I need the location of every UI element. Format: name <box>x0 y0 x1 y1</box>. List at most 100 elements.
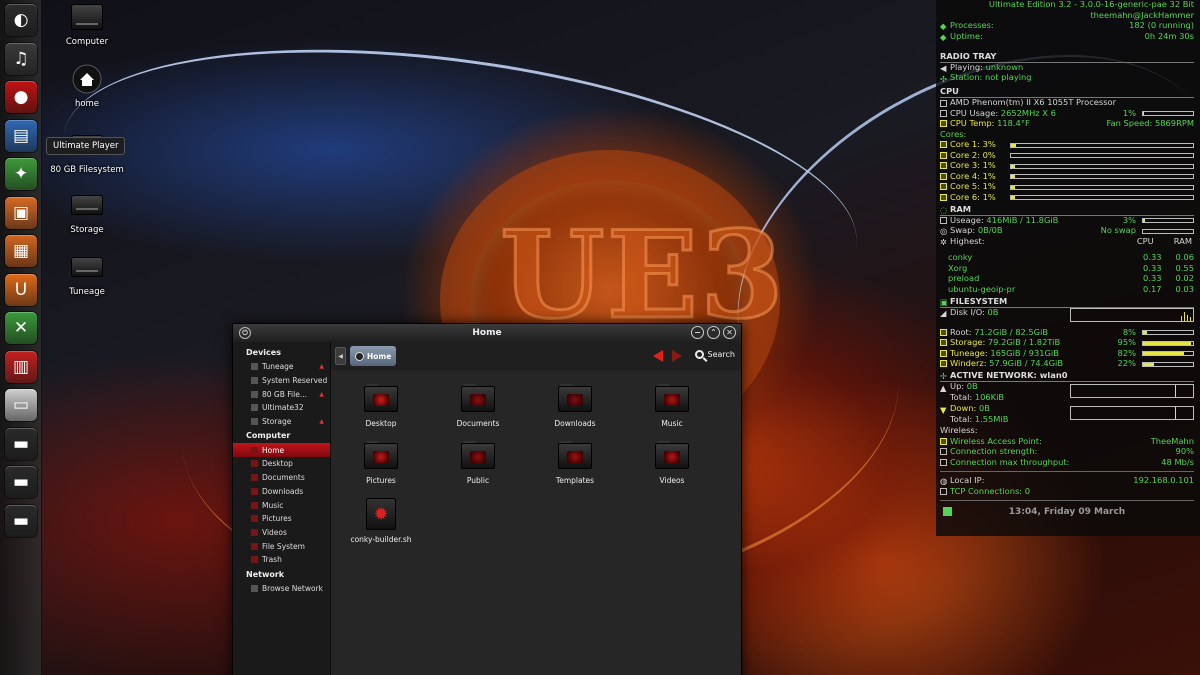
sidebar-item-pictures[interactable]: Pictures <box>233 512 330 526</box>
sidebar-item-music[interactable]: Music <box>233 498 330 512</box>
file-item-music[interactable]: Music <box>627 384 717 428</box>
folder-icon <box>558 441 592 471</box>
launcher-ubuntu-one-icon[interactable]: U <box>5 273 37 306</box>
disk-io-graph <box>1070 307 1194 322</box>
process-row: conky 0.33 0.06 <box>940 253 1194 264</box>
navigate-back-icon[interactable] <box>653 350 663 362</box>
file-item-templates[interactable]: Templates <box>530 441 620 485</box>
filesystem-header: FILESYSTEM <box>950 295 1008 306</box>
folder-icon <box>251 446 258 454</box>
file-item-conky-builder-sh[interactable]: ✹ conky-builder.sh <box>336 498 426 544</box>
process-values: 0.33 0.02 <box>1143 274 1194 284</box>
sidebar-item-label: File System <box>262 541 305 551</box>
window-titlebar[interactable]: ⏻ Home − ⌃ ✕ <box>233 324 741 342</box>
sidebar-item-label: Music <box>262 500 284 510</box>
processes-label: Processes: <box>950 20 994 31</box>
file-item-downloads[interactable]: Downloads <box>530 384 620 428</box>
launcher-writer-icon[interactable]: ▤ <box>5 119 37 152</box>
filesystem-bar <box>1142 361 1194 367</box>
file-item-public[interactable]: Public <box>433 441 523 485</box>
launcher-glyph: ▥ <box>12 356 30 377</box>
filesystem-row: Winderz: 57.9GiB / 74.4GiB 22% <box>940 359 1194 370</box>
core-value: 1% <box>982 191 996 202</box>
folder-icon <box>251 501 258 509</box>
core-usage-bar <box>1010 163 1194 169</box>
launcher-window-icon[interactable]: ▭ <box>5 389 37 421</box>
sidebar-item-videos[interactable]: Videos <box>233 526 330 540</box>
breadcrumb-home[interactable]: Home <box>350 346 397 366</box>
search-button[interactable]: Search <box>694 350 735 359</box>
file-item-pictures[interactable]: Pictures <box>336 441 426 485</box>
launcher-store-icon[interactable]: ▦ <box>5 235 37 267</box>
launcher-maps-icon[interactable]: ✦ <box>5 158 37 190</box>
cpu-usage-bar <box>1142 111 1194 117</box>
core-icon <box>940 193 947 201</box>
sidebar-item-label: Home <box>262 445 285 455</box>
sidebar-item-documents[interactable]: Documents <box>233 471 330 485</box>
filesystem-bar <box>1142 351 1194 357</box>
desktop-icon-tuneage[interactable]: Tuneage <box>42 250 132 297</box>
navigate-forward-icon[interactable] <box>672 350 682 362</box>
desktop-icon-home[interactable]: home <box>42 62 132 109</box>
folder-emblem <box>470 451 486 463</box>
launcher-presentation-icon[interactable]: ▣ <box>5 196 37 229</box>
launcher-glyph: ▬ <box>12 433 30 454</box>
sidebar-item-trash[interactable]: Trash <box>233 553 330 567</box>
maximize-button[interactable]: ⌃ <box>707 326 720 339</box>
file-item-documents[interactable]: Documents <box>433 384 523 428</box>
eject-icon[interactable]: ▲ <box>319 363 324 370</box>
station-value: not playing <box>984 72 1032 83</box>
sidebar-item-80-gb-file-[interactable]: 80 GB File... ▲ <box>233 387 330 401</box>
folder-icon <box>251 460 258 468</box>
sidebar-item-storage[interactable]: Storage ▲ <box>233 415 330 429</box>
launcher-settings-icon[interactable]: ✕ <box>5 312 37 344</box>
playing-label: Playing: <box>950 61 983 72</box>
minimize-button[interactable]: − <box>691 326 704 339</box>
sidebar-item-browse-network[interactable]: Browse Network <box>233 582 330 596</box>
up-label: Up: <box>950 381 965 392</box>
file-item-videos[interactable]: Videos <box>627 441 717 485</box>
back-button[interactable]: ◀ <box>335 347 346 365</box>
folder-emblem <box>664 451 680 463</box>
calendar-icon <box>943 507 952 516</box>
desktop-icon-computer[interactable]: Computer <box>42 0 132 47</box>
close-button[interactable]: ✕ <box>723 326 736 339</box>
process-ram: 0.02 <box>1175 273 1194 284</box>
filesystem-value: 79.2GiB / 1.82TiB <box>987 337 1061 348</box>
launcher-drive-icon-1[interactable]: ▬ <box>5 427 37 460</box>
launcher-ultimate-player-icon[interactable]: ♫ <box>5 42 37 75</box>
cpu-temp-label: CPU Temp: <box>950 118 995 129</box>
desktop-icon-storage[interactable]: Storage <box>42 188 132 235</box>
folder-emblem <box>373 451 389 463</box>
desktop-icon-label: 80 GB Filesystem <box>50 165 124 175</box>
launcher-drive-icon-3[interactable]: ▬ <box>5 504 37 537</box>
sidebar-item-desktop[interactable]: Desktop <box>233 457 330 471</box>
sidebar-item-home[interactable]: Home <box>233 443 330 458</box>
fan-speed-value: 5869RPM <box>1154 118 1194 129</box>
launcher-workspace-icon[interactable]: ▥ <box>5 350 37 383</box>
folder-icon <box>461 441 495 471</box>
folder-icon <box>364 384 398 414</box>
sidebar-item-downloads[interactable]: Downloads <box>233 485 330 499</box>
file-item-desktop[interactable]: Desktop <box>336 384 426 428</box>
sidebar-item-ultimate32[interactable]: Ultimate32 <box>233 401 330 415</box>
script-icon: ✹ <box>366 498 396 530</box>
download-graph <box>1070 406 1194 420</box>
launcher-media-icon[interactable]: ● <box>5 81 37 113</box>
eject-icon[interactable]: ▲ <box>319 391 324 398</box>
core-label: Core 2: <box>950 149 980 160</box>
eject-icon[interactable]: ▲ <box>319 418 324 425</box>
launcher-glyph: U <box>14 279 28 300</box>
sidebar-item-file-system[interactable]: File System <box>233 539 330 553</box>
launcher-dash-icon[interactable]: ◐ <box>5 4 37 36</box>
sidebar-item-system-reserved[interactable]: System Reserved <box>233 374 330 388</box>
launcher-drive-icon-2[interactable]: ▬ <box>5 466 37 498</box>
swap-value: 0B/0B <box>977 225 1003 236</box>
desktop-icon-label: Storage <box>70 225 104 235</box>
sidebar-item-tuneage[interactable]: Tuneage ▲ <box>233 360 330 374</box>
filesystem-label: Tuneage: <box>950 347 988 358</box>
col-cpu-header: CPU <box>1136 235 1154 246</box>
window-menu-icon[interactable]: ⏻ <box>239 327 251 339</box>
launcher-glyph: ✕ <box>13 318 29 338</box>
folder-icon <box>364 441 398 471</box>
